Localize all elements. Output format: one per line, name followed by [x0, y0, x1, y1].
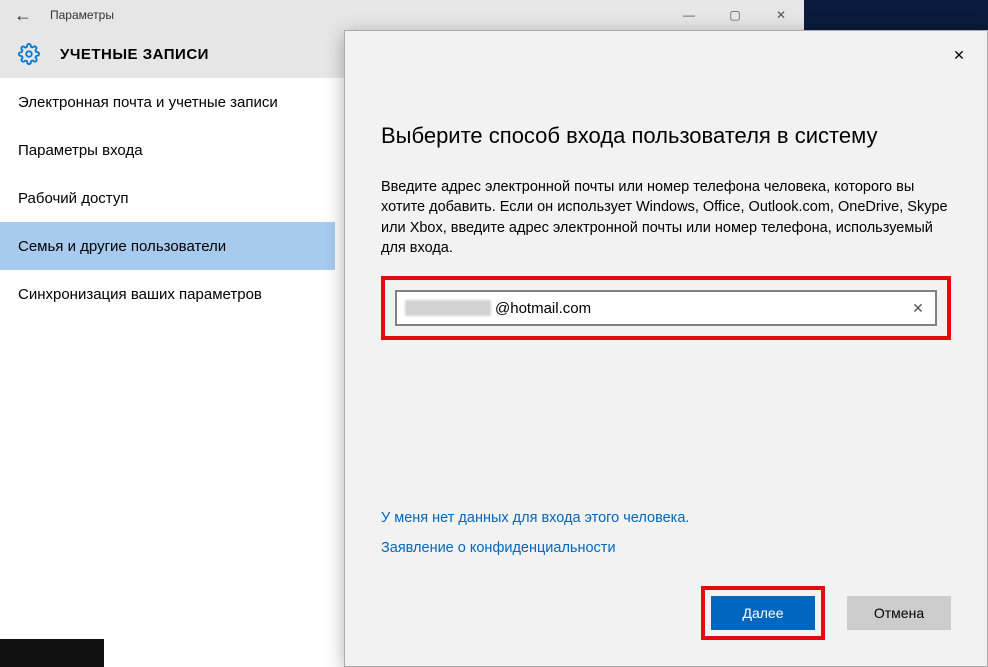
add-user-dialog: ✕ Выберите способ входа пользователя в с… — [344, 30, 988, 667]
redacted-text — [405, 300, 491, 316]
next-button[interactable]: Далее — [711, 596, 815, 630]
sidebar-item-email-accounts[interactable]: Электронная почта и учетные записи — [0, 78, 335, 126]
link-no-signin-data[interactable]: У меня нет данных для входа этого челове… — [381, 510, 689, 526]
settings-heading: УЧЕТНЫЕ ЗАПИСИ — [60, 46, 209, 63]
dialog-close-button[interactable]: ✕ — [939, 39, 979, 71]
link-privacy-statement[interactable]: Заявление о конфиденциальности — [381, 540, 689, 556]
cancel-button[interactable]: Отмена — [847, 596, 951, 630]
gear-icon — [18, 43, 40, 65]
dialog-title: Выберите способ входа пользователя в сис… — [381, 123, 951, 149]
back-button[interactable]: ← — [0, 5, 46, 26]
clear-input-icon[interactable]: ✕ — [901, 300, 935, 317]
maximize-button[interactable]: ▢ — [712, 0, 758, 30]
taskbar-fragment — [0, 639, 104, 667]
dialog-description: Введите адрес электронной почты или номе… — [381, 177, 951, 258]
sidebar-item-signin-options[interactable]: Параметры входа — [0, 126, 335, 174]
sidebar-item-sync-settings[interactable]: Синхронизация ваших параметров — [0, 270, 335, 318]
input-highlight-annotation: ✕ — [381, 276, 951, 340]
sidebar-item-work-access[interactable]: Рабочий доступ — [0, 174, 335, 222]
sidebar-item-family-users[interactable]: Семья и другие пользователи — [0, 222, 335, 270]
email-field[interactable] — [493, 300, 901, 317]
window-title: Параметры — [46, 8, 666, 22]
next-button-highlight-annotation: Далее — [701, 586, 825, 640]
email-input-wrapper: ✕ — [395, 290, 937, 326]
close-button[interactable]: ✕ — [758, 0, 804, 30]
settings-titlebar: ← Параметры — ▢ ✕ — [0, 0, 804, 30]
minimize-button[interactable]: — — [666, 0, 712, 30]
sidebar: Электронная почта и учетные записи Парам… — [0, 78, 335, 318]
